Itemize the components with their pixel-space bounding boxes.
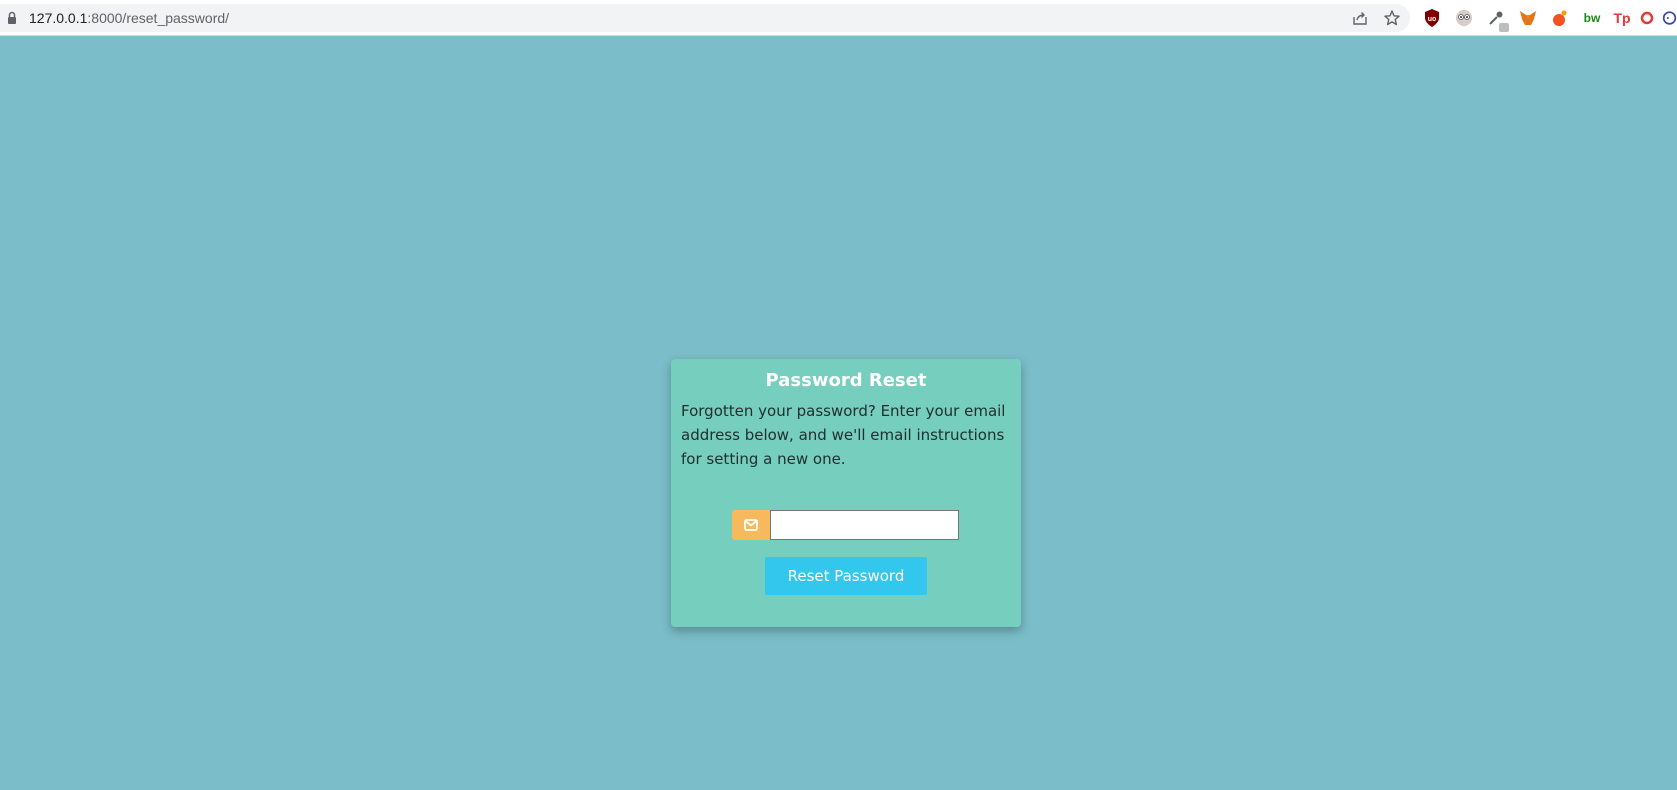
address-bar[interactable]: 127.0.0.1:8000/reset_password/ — [0, 4, 1410, 32]
url-host: 127.0.0.1 — [29, 10, 88, 26]
tp-extension-icon[interactable]: Tp — [1612, 8, 1632, 28]
ublock-origin-icon[interactable]: uo — [1422, 8, 1442, 28]
blue-partial-extension-icon[interactable] — [1662, 8, 1677, 28]
page-background: Password Reset Forgotten your password? … — [0, 36, 1677, 790]
metamask-fox-icon[interactable] — [1518, 8, 1538, 28]
url-text[interactable]: 127.0.0.1:8000/reset_password/ — [29, 10, 229, 26]
bw-extension-icon[interactable]: bw — [1582, 8, 1602, 28]
url-path: :8000/reset_password/ — [87, 10, 230, 26]
star-icon[interactable] — [1383, 9, 1401, 27]
reset-password-button[interactable]: Reset Password — [765, 557, 927, 595]
orange-extension-icon[interactable] — [1550, 8, 1570, 28]
browser-toolbar: 127.0.0.1:8000/reset_password/ uo bw Tp — [0, 0, 1677, 36]
share-icon[interactable] — [1351, 9, 1369, 27]
envelope-icon — [732, 510, 770, 540]
password-reset-card: Password Reset Forgotten your password? … — [671, 359, 1021, 627]
eyedropper-icon[interactable] — [1486, 8, 1509, 32]
red-partial-extension-icon[interactable] — [1640, 8, 1654, 28]
card-title: Password Reset — [765, 370, 927, 391]
email-field[interactable] — [770, 510, 959, 540]
card-description: Forgotten your password? Enter your emai… — [681, 402, 1006, 468]
svg-text:uo: uo — [1428, 16, 1437, 23]
lock-icon[interactable] — [7, 11, 17, 25]
extension-badge — [1499, 23, 1509, 32]
email-input-group — [732, 510, 959, 540]
eyes-extension-icon[interactable] — [1454, 8, 1474, 28]
